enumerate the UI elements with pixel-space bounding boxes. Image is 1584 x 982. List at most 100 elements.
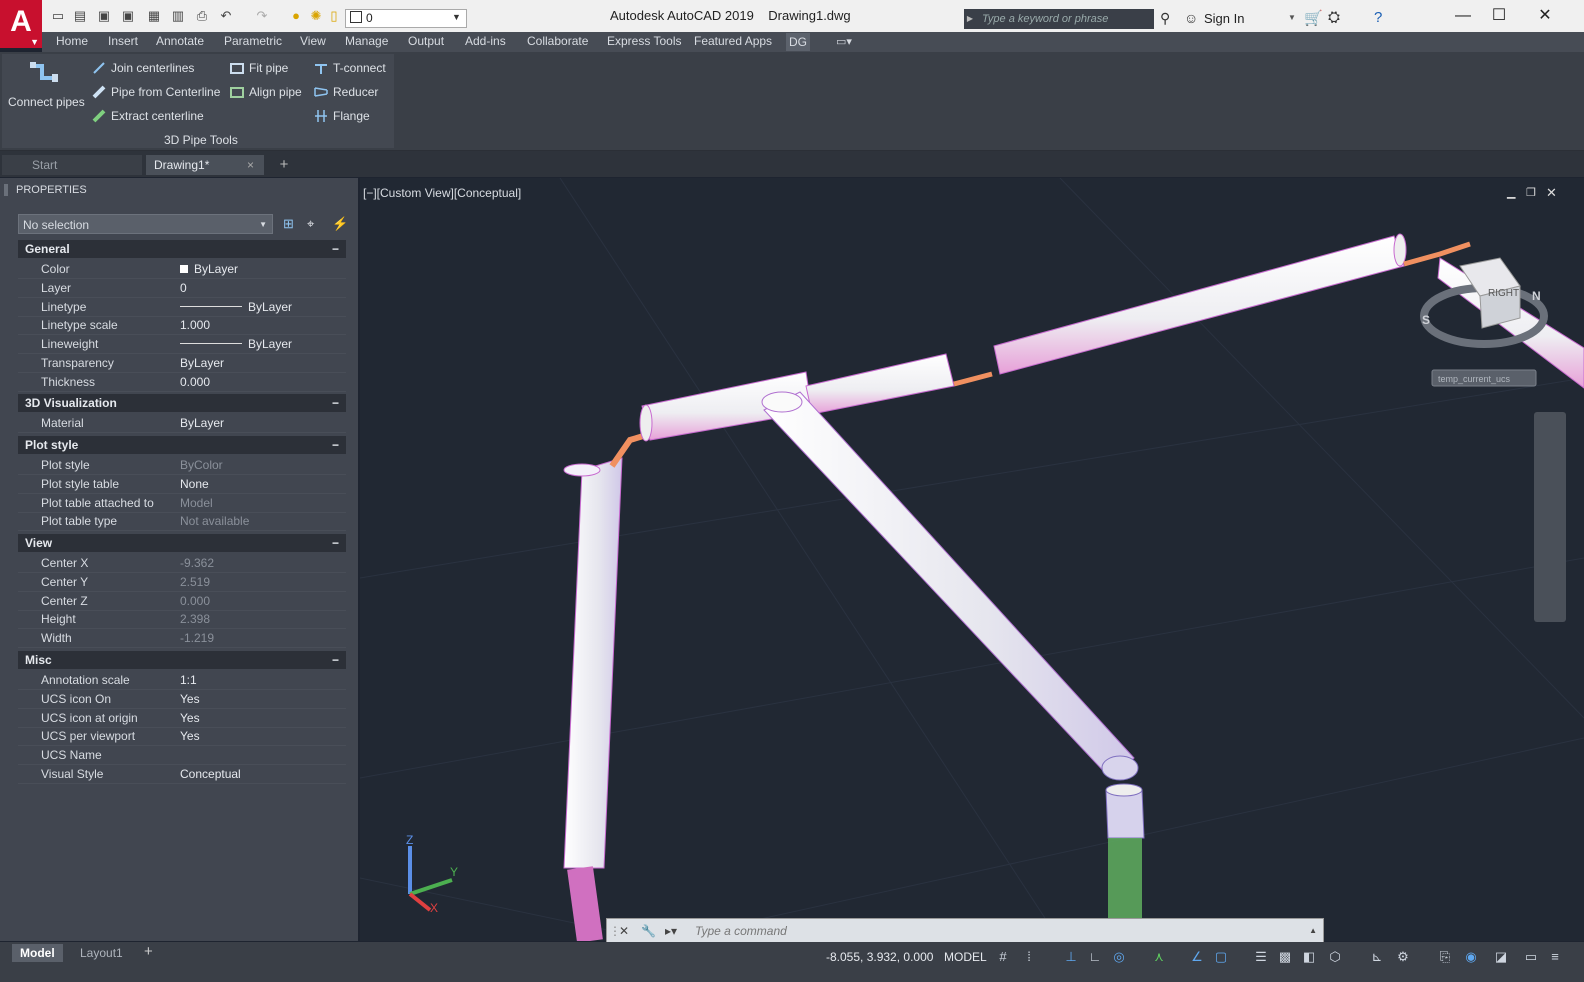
- collapse-icon[interactable]: −: [332, 651, 339, 669]
- property-row[interactable]: UCS icon On Yes: [18, 690, 346, 709]
- tab-drawing1[interactable]: Drawing1* ×: [146, 155, 264, 175]
- property-row[interactable]: Visual Style Conceptual: [18, 765, 346, 784]
- viewport-minimize-icon[interactable]: ▁: [1507, 186, 1515, 199]
- help-icon[interactable]: ?: [1374, 9, 1382, 26]
- property-row[interactable]: Lineweight ByLayer: [18, 335, 346, 355]
- property-row[interactable]: Plot table type Not available: [18, 512, 346, 532]
- selection-dropdown[interactable]: No selection ▼: [18, 214, 273, 234]
- connect-pipes-button[interactable]: Connect pipes: [8, 95, 85, 109]
- section-plot-style[interactable]: Plot style −: [18, 436, 346, 454]
- collapse-icon[interactable]: −: [332, 534, 339, 552]
- tab-featured-apps[interactable]: Featured Apps: [694, 34, 772, 48]
- pipe-segment[interactable]: [993, 233, 1407, 375]
- command-input[interactable]: Type a command: [695, 919, 787, 943]
- chevron-down-icon[interactable]: ▼: [1288, 13, 1296, 22]
- tab-add-ins[interactable]: Add-ins: [465, 34, 506, 48]
- tab-insert[interactable]: Insert: [108, 34, 138, 48]
- publish-icon[interactable]: ▦: [146, 8, 162, 24]
- property-row[interactable]: Material ByLayer: [18, 414, 346, 433]
- coordinate-readout[interactable]: -8.055, 3.932, 0.000: [826, 950, 933, 964]
- property-row[interactable]: Center X -9.362: [18, 554, 346, 573]
- pipe-segment[interactable]: [563, 457, 623, 941]
- t-connect-button[interactable]: T-connect: [314, 61, 386, 75]
- customize-icon[interactable]: 🔧: [641, 919, 656, 943]
- pipe-from-centerline-button[interactable]: Pipe from Centerline: [92, 85, 220, 99]
- section-3d-visualization[interactable]: 3D Visualization −: [18, 394, 346, 412]
- plot-icon[interactable]: ⎙: [194, 8, 210, 24]
- selection-cycling-icon[interactable]: ◧: [1300, 948, 1318, 966]
- tab-view[interactable]: View: [300, 34, 326, 48]
- tab-output[interactable]: Output: [408, 34, 444, 48]
- flange-button[interactable]: Flange: [314, 109, 370, 123]
- binoculars-icon[interactable]: ⚲: [1160, 10, 1170, 27]
- collapse-icon[interactable]: −: [332, 394, 339, 412]
- close-icon[interactable]: ×: [247, 155, 254, 175]
- gear-icon[interactable]: ⚙: [1394, 948, 1412, 966]
- save-icon[interactable]: ▣: [96, 8, 112, 24]
- lineweight-icon[interactable]: ☰: [1252, 948, 1270, 966]
- polar-icon[interactable]: ◎: [1110, 948, 1128, 966]
- join-centerlines-button[interactable]: Join centerlines: [92, 61, 194, 75]
- property-row[interactable]: Annotation scale 1:1: [18, 671, 346, 690]
- tab-express-tools[interactable]: Express Tools: [607, 34, 681, 48]
- section-view[interactable]: View −: [18, 534, 346, 552]
- object-snap-tracking-icon[interactable]: ∠: [1188, 948, 1206, 966]
- property-row[interactable]: Linetype scale 1.000: [18, 316, 346, 336]
- align-pipe-button[interactable]: Align pipe: [230, 85, 302, 99]
- collapse-icon[interactable]: −: [332, 240, 339, 258]
- tab-manage[interactable]: Manage: [345, 34, 388, 48]
- tab-model[interactable]: Model: [12, 944, 63, 962]
- save-as-icon[interactable]: ▣: [120, 8, 136, 24]
- tab-collaborate[interactable]: Collaborate: [527, 34, 588, 48]
- pipe-segment[interactable]: [805, 353, 955, 415]
- annotation-scale-icon[interactable]: ⎘: [1436, 948, 1454, 966]
- collapse-icon[interactable]: −: [332, 436, 339, 454]
- snap-icon[interactable]: ⁞: [1020, 948, 1038, 966]
- drawing-viewport[interactable]: Z Y X RIGHT S N temp_current_ucs: [360, 178, 1584, 941]
- customization-menu-icon[interactable]: ≡: [1546, 948, 1564, 966]
- tab-parametric[interactable]: Parametric: [224, 34, 282, 48]
- search-expand-icon[interactable]: ▶: [964, 9, 976, 29]
- property-row[interactable]: Plot style table None: [18, 475, 346, 494]
- property-row[interactable]: UCS per viewport Yes: [18, 727, 346, 747]
- tab-dg[interactable]: DG: [786, 33, 810, 51]
- tab-home[interactable]: Home: [56, 34, 88, 48]
- tab-start[interactable]: Start: [2, 155, 142, 175]
- property-row[interactable]: Layer 0: [18, 279, 346, 298]
- property-row[interactable]: Center Y 2.519: [18, 573, 346, 592]
- quick-select-icon[interactable]: ⚡: [332, 216, 348, 232]
- extract-centerline-button[interactable]: Extract centerline: [92, 109, 204, 123]
- property-row[interactable]: Thickness 0.000: [18, 373, 346, 392]
- hardware-acceleration-icon[interactable]: ◪: [1492, 948, 1510, 966]
- ortho-icon[interactable]: ∟: [1086, 948, 1104, 966]
- close-button[interactable]: ✕: [1522, 4, 1568, 28]
- property-row[interactable]: Plot table attached to Model: [18, 494, 346, 513]
- new-icon[interactable]: ▭: [50, 8, 66, 24]
- recent-commands-icon[interactable]: ▸▾: [665, 919, 677, 943]
- add-layout-button[interactable]: +: [144, 943, 153, 960]
- open-icon[interactable]: ▤: [72, 8, 88, 24]
- isolate-objects-icon[interactable]: ◉: [1462, 948, 1480, 966]
- isodraft-icon[interactable]: ⋏: [1150, 948, 1168, 966]
- property-row[interactable]: UCS icon at origin Yes: [18, 709, 346, 728]
- connect-pipes-icon[interactable]: [28, 60, 62, 90]
- chevron-down-icon[interactable]: ▼: [452, 12, 461, 22]
- clean-screen-icon[interactable]: ▭: [1522, 948, 1540, 966]
- section-general[interactable]: General −: [18, 240, 346, 258]
- close-icon[interactable]: ✕: [619, 919, 629, 943]
- object-snap-icon[interactable]: ▢: [1212, 948, 1230, 966]
- cart-icon[interactable]: 🛒: [1304, 9, 1323, 27]
- chevron-up-icon[interactable]: ▲: [1309, 919, 1317, 943]
- section-misc[interactable]: Misc −: [18, 651, 346, 669]
- property-row[interactable]: Width -1.219: [18, 629, 346, 649]
- tab-annotate[interactable]: Annotate: [156, 34, 204, 48]
- sign-in-button[interactable]: Sign In: [1204, 11, 1244, 26]
- command-line-grip[interactable]: ⋮: [609, 919, 621, 943]
- viewport-restore-icon[interactable]: ❐: [1526, 186, 1536, 199]
- maximize-button[interactable]: ☐: [1476, 4, 1522, 28]
- application-menu-button[interactable]: A ▼: [0, 0, 42, 48]
- viewport-close-icon[interactable]: ✕: [1546, 185, 1557, 201]
- layer-dropdown[interactable]: 0: [345, 9, 467, 28]
- ribbon-options-icon[interactable]: ▭▾: [836, 35, 852, 48]
- transparency-icon[interactable]: ▩: [1276, 948, 1294, 966]
